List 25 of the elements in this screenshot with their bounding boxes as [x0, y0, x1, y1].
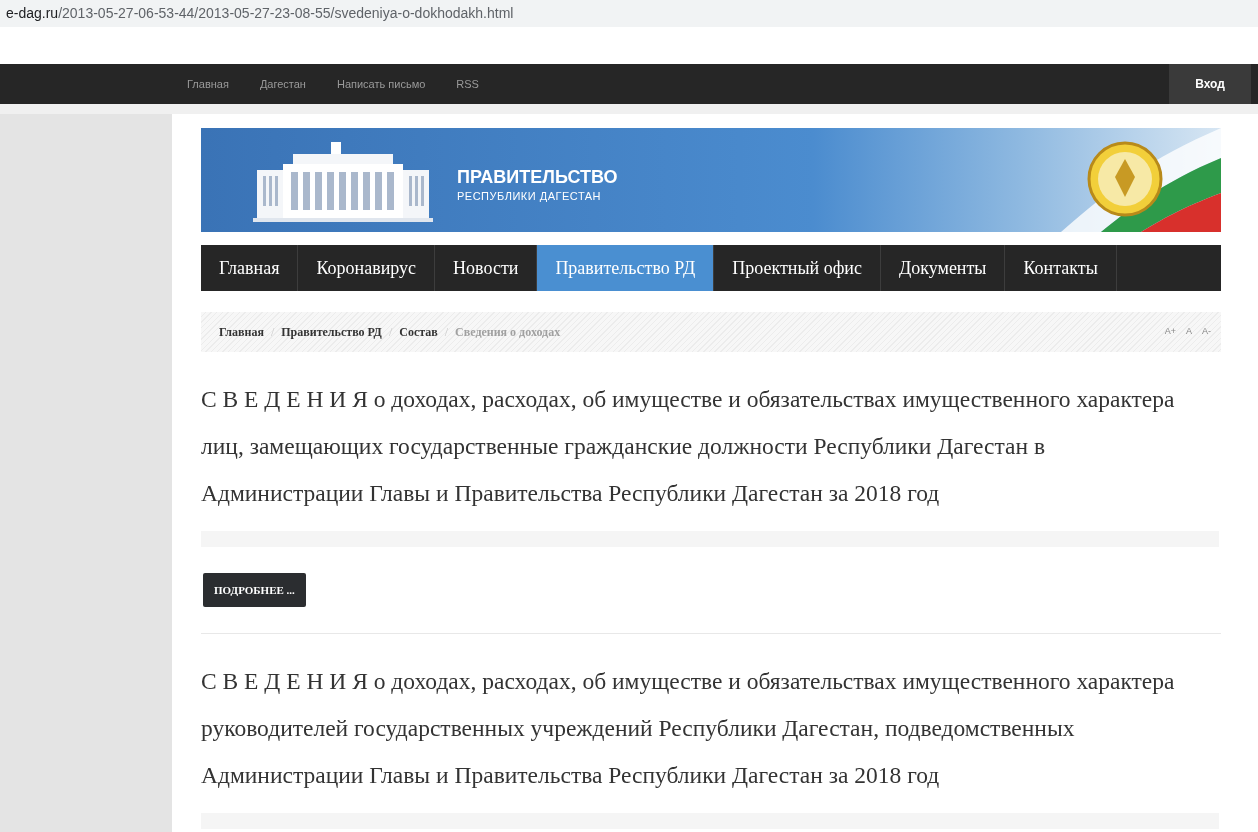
breadcrumb-separator: / — [270, 324, 275, 341]
font-size-control[interactable]: A+ — [1164, 325, 1176, 339]
emblem-icon — [1087, 141, 1163, 217]
read-more-button[interactable]: ПОДРОБНЕЕ ... — [203, 573, 306, 607]
top-nav-link[interactable]: Главная — [187, 75, 229, 93]
main-menu-item[interactable]: Коронавирус — [298, 245, 436, 291]
main-menu-item[interactable]: Главная — [201, 245, 299, 291]
breadcrumb-current: Сведения о доходах — [455, 324, 561, 341]
top-nav-link[interactable]: Написать письмо — [336, 75, 426, 93]
article-title[interactable]: С В Е Д Е Н И Я о доходах, расходах, об имуществе и обязательствах имущественного характера лиц, замещающих государственные гражданские должности Республики Дагестан в Администрации Главы и Правительства Республики Дагестан за 2018 год — [201, 376, 1221, 517]
main-menu-item[interactable]: Проектный офис — [714, 245, 881, 291]
main-menu-item[interactable]: Контакты — [1005, 245, 1117, 291]
banner-title: ПРАВИТЕЛЬСТВО — [457, 165, 618, 188]
breadcrumb-separator: / — [388, 324, 393, 341]
breadcrumb-link[interactable]: Правительство РД — [281, 323, 382, 341]
main-menu-item[interactable]: Документы — [880, 245, 1006, 291]
top-nav-link[interactable]: Дагестан — [259, 75, 306, 93]
banner-subtitle: РЕСПУБЛИКИ ДАГЕСТАН — [457, 188, 603, 204]
breadcrumb-separator: / — [444, 324, 449, 341]
article-title[interactable]: С В Е Д Е Н И Я о доходах, расходах, об имуществе и обязательствах имущественного характера руководителей государственных учреждений Республики Дагестан, подведомственных Администрации Главы и Правительства Республики Дагестан за 2018 год — [201, 658, 1221, 799]
top-nav-link[interactable]: RSS — [456, 75, 479, 93]
breadcrumb-link[interactable]: Главная — [219, 323, 264, 341]
login-button[interactable]: Вход — [1169, 64, 1251, 104]
font-size-control[interactable]: A- — [1202, 325, 1211, 339]
breadcrumb-link[interactable]: Состав — [399, 323, 438, 341]
